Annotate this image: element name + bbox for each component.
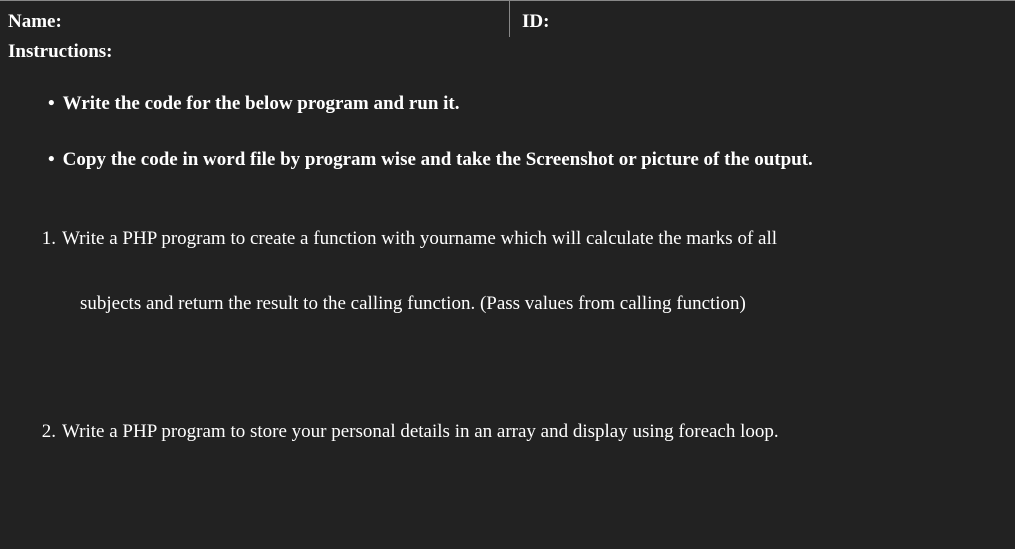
question-number: 2. xyxy=(32,418,56,447)
question-line: Write a PHP program to create a function… xyxy=(62,225,985,290)
document-page: Name: ID: Instructions: • Write the code… xyxy=(0,0,1015,549)
question-body: Write a PHP program to create a function… xyxy=(62,225,985,318)
bullet-item: • Write the code for the below program a… xyxy=(48,93,1015,149)
bullet-marker-icon: • xyxy=(48,93,55,115)
question-item: 1. Write a PHP program to create a funct… xyxy=(32,225,985,358)
question-body: Write a PHP program to store your person… xyxy=(62,418,985,447)
numbered-questions: 1. Write a PHP program to create a funct… xyxy=(0,215,1015,487)
bullet-item: • Copy the code in word file by program … xyxy=(48,149,1015,205)
question-line: Write a PHP program to store your person… xyxy=(62,421,779,442)
header-row: Name: ID: xyxy=(0,0,1015,37)
bullet-text: Write the code for the below program and… xyxy=(63,93,460,115)
question-item: 2. Write a PHP program to store your per… xyxy=(32,358,985,487)
name-label: Name: xyxy=(0,1,510,37)
question-line: subjects and return the result to the ca… xyxy=(62,290,985,319)
bullet-text: Copy the code in word file by program wi… xyxy=(63,149,813,171)
question-number: 1. xyxy=(32,225,56,254)
instructions-label: Instructions: xyxy=(0,37,1015,83)
instruction-bullets: • Write the code for the below program a… xyxy=(0,83,1015,215)
bullet-marker-icon: • xyxy=(48,149,55,171)
id-label: ID: xyxy=(510,1,1015,37)
